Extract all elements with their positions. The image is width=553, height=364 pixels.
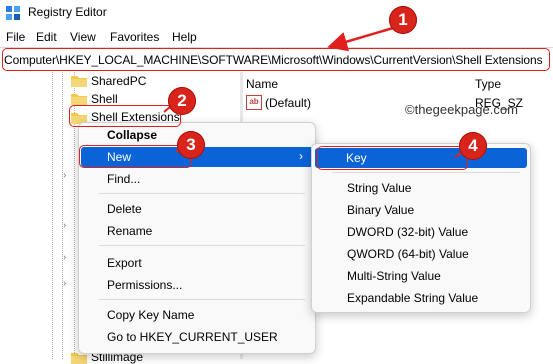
submenu-item-dword-value[interactable]: DWORD (32-bit) Value [312,222,530,242]
menu-separator [99,193,305,194]
menu-item-rename[interactable]: Rename [79,221,315,241]
menu-item-export[interactable]: Export [79,253,315,273]
submenu-item-qword-value[interactable]: QWORD (64-bit) Value [312,244,530,264]
value-name: (Default) [265,96,312,110]
menu-separator [99,299,305,300]
submenu-item-expandable-string-value[interactable]: Expandable String Value [312,288,530,308]
step-badge-1: 1 [389,6,417,34]
folder-icon [71,76,87,87]
tree-guide-line [62,72,63,359]
menu-item-copy-key-name[interactable]: Copy Key Name [79,305,315,325]
expand-chevron-icon[interactable]: › [63,252,66,263]
menu-item-go-to-hkcu[interactable]: Go to HKEY_CURRENT_USER [79,327,315,347]
annotation-highlight-shell-extensions [69,105,181,127]
step-badge-4: 4 [459,132,487,160]
menu-item-permissions[interactable]: Permissions... [79,275,315,295]
submenu-item-multi-string-value[interactable]: Multi-String Value [312,266,530,286]
tree-item-label: Shell [91,92,118,106]
annotation-highlight-key [317,146,468,170]
tree-guide-line [52,72,53,359]
watermark: ©thegeekpage.com [405,102,518,117]
annotation-highlight-new [79,145,192,168]
folder-icon [71,94,87,105]
menu-view[interactable]: View [70,30,96,44]
menu-help[interactable]: Help [172,30,197,44]
expand-chevron-icon[interactable]: › [63,278,66,289]
string-value-icon: ab [246,95,262,110]
menu-file[interactable]: File [6,30,25,44]
annotation-highlight-address [2,48,550,71]
menu-separator [99,245,305,246]
submenu-arrow-icon: › [299,149,303,163]
submenu-item-binary-value[interactable]: Binary Value [312,200,530,220]
step-badge-2: 2 [168,87,196,115]
tree-item-label: SharedPC [91,74,147,88]
menu-edit[interactable]: Edit [36,30,57,44]
title-bar: Registry Editor [0,0,553,26]
menu-separator [332,172,520,173]
menu-item-find[interactable]: Find... [79,169,315,189]
expand-chevron-icon[interactable]: › [63,220,66,231]
menu-item-delete[interactable]: Delete [79,199,315,219]
menu-favorites[interactable]: Favorites [110,30,159,44]
column-header-name[interactable]: Name [246,77,278,91]
window-title: Registry Editor [28,5,107,19]
column-header-type[interactable]: Type [475,77,501,91]
step-badge-3: 3 [177,131,205,159]
submenu-item-string-value[interactable]: String Value [312,178,530,198]
menu-bar: File Edit View Favorites Help [0,28,553,46]
expand-chevron-icon[interactable]: › [63,170,66,181]
registry-editor-icon [6,6,20,20]
